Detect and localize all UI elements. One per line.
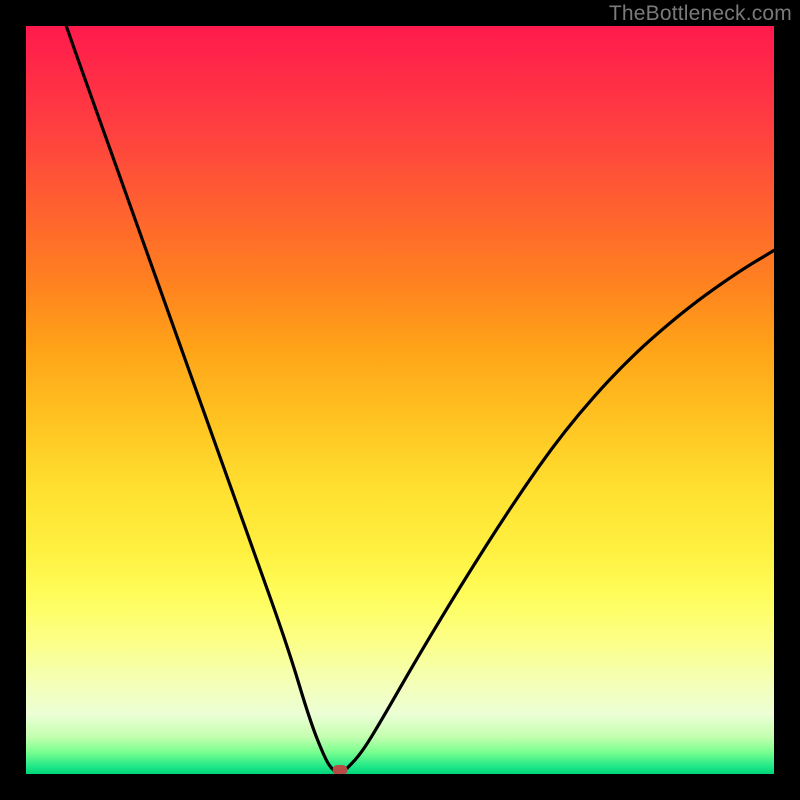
watermark-text: TheBottleneck.com bbox=[609, 2, 792, 26]
chart-frame: TheBottleneck.com bbox=[0, 0, 800, 800]
optimal-point-marker bbox=[333, 765, 348, 774]
bottleneck-curve bbox=[26, 26, 774, 774]
plot-area bbox=[26, 26, 774, 774]
